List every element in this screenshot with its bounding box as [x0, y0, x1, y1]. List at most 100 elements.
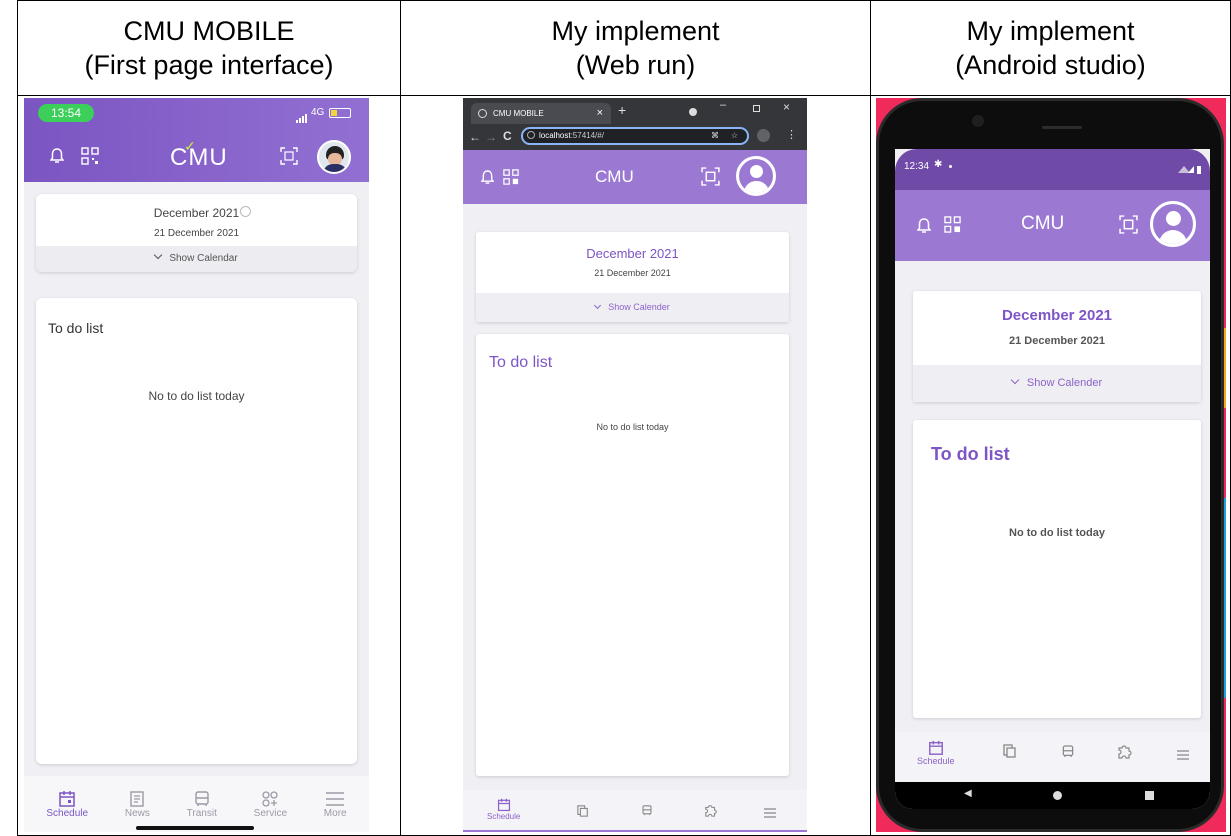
copy-icon [577, 805, 588, 817]
original-bottom-nav: Schedule News Transit Service More [24, 776, 369, 832]
todo-title: To do list [489, 354, 553, 371]
reload-icon[interactable]: C [503, 129, 512, 143]
browser-menu-icon[interactable]: ⋮ [786, 128, 797, 141]
show-calendar-button[interactable]: Show Calender [476, 293, 789, 322]
web-bottom-nav: Schedule [463, 790, 807, 832]
scan-icon[interactable] [701, 167, 720, 191]
show-calendar-button[interactable]: Show Calender [913, 365, 1201, 402]
network-label: 4G [311, 107, 325, 118]
nav-schedule[interactable]: Schedule [46, 790, 88, 819]
qr-code-icon[interactable] [81, 147, 99, 170]
copy-icon [1003, 744, 1016, 758]
menu-icon [326, 791, 345, 806]
header-original-title: CMU MOBILE [123, 16, 295, 46]
install-app-icon[interactable]: ⌘ [711, 129, 719, 143]
nav-more[interactable] [764, 805, 776, 823]
tab-search-icon[interactable] [689, 108, 697, 116]
nav-schedule[interactable]: Schedule [917, 740, 955, 766]
address-bar[interactable]: localhost:57414/#/ ⌘ ☆ [521, 127, 749, 145]
new-tab-icon[interactable]: + [618, 102, 626, 118]
tab-favicon-icon [478, 109, 487, 118]
calendar-icon [928, 740, 943, 755]
date-card: December 2021 21 December 2021 Show Cale… [476, 232, 789, 322]
phone-frame: 12:34 ✱ CMU December 2021 21 December 20… [876, 98, 1224, 832]
browser-profile-icon[interactable] [757, 129, 770, 142]
qr-code-icon[interactable] [503, 169, 519, 190]
logo-check-icon: ✓ [184, 138, 197, 154]
date-label: 21 December 2021 [153, 228, 240, 239]
scan-icon[interactable] [1119, 215, 1138, 239]
android-bottom-nav: Schedule [895, 732, 1210, 782]
nav-transit[interactable] [1061, 744, 1075, 764]
browser-tab[interactable]: CMU MOBILE × [471, 103, 611, 124]
nav-service[interactable] [1117, 743, 1133, 764]
window-close-icon[interactable]: × [783, 100, 790, 114]
nav-transit[interactable] [641, 804, 653, 822]
android-app-bar: CMU [895, 190, 1210, 261]
cmu-logo-text: CMU [170, 144, 228, 171]
puzzle-icon [1118, 745, 1132, 759]
phone-screen: 12:34 ✱ CMU December 2021 21 December 20… [895, 149, 1210, 809]
show-calendar-label: Show Calender [1026, 377, 1103, 389]
nav-news[interactable] [1003, 744, 1017, 763]
nav-transit[interactable]: Transit [187, 790, 217, 819]
nav-more[interactable]: More [324, 790, 347, 819]
nav-schedule[interactable]: Schedule [487, 798, 520, 821]
info-icon [240, 206, 251, 217]
nav-news[interactable] [577, 804, 589, 822]
signal-icon [296, 110, 308, 123]
nav-service[interactable]: Service [254, 790, 287, 819]
header-android-title: My implement [966, 16, 1135, 46]
url-path: :57414/#/ [570, 131, 604, 140]
back-arrow-icon[interactable]: ← [469, 130, 481, 144]
nav-more-label: More [323, 807, 347, 819]
system-back-icon[interactable]: ◀ [964, 780, 972, 807]
bookmark-star-icon[interactable]: ☆ [731, 129, 738, 143]
nav-more[interactable] [1176, 747, 1190, 765]
forward-arrow-icon[interactable]: → [485, 130, 497, 144]
profile-avatar[interactable] [1150, 201, 1196, 247]
tab-close-icon[interactable]: × [597, 103, 603, 124]
chevron-down-icon [1010, 375, 1020, 385]
android-emulator-screenshot: 12:34 ✱ CMU December 2021 21 December 20… [876, 98, 1226, 832]
scan-icon[interactable] [280, 147, 298, 170]
menu-icon [1177, 750, 1189, 760]
chevron-down-icon [594, 301, 602, 310]
android-status-bar: 12:34 ✱ [895, 149, 1210, 190]
qr-code-icon[interactable] [944, 216, 961, 238]
system-home-icon[interactable] [1053, 791, 1062, 800]
minimize-icon[interactable]: – [720, 99, 726, 111]
system-recents-icon[interactable] [1145, 791, 1154, 800]
home-indicator [136, 826, 254, 830]
wifi-signal-battery-icon [1178, 161, 1202, 174]
bell-icon[interactable] [480, 170, 495, 190]
header-web-title: My implement [551, 16, 720, 46]
settings-gear-icon: ✱ [934, 159, 943, 170]
status-time: 13:54 [38, 104, 94, 122]
app-title: CMU [595, 167, 634, 186]
original-app-screenshot: 13:54 4G CMU ✓ December 2021 21 December… [24, 98, 369, 832]
comparison-table: CMU MOBILE (First page interface) My imp… [0, 0, 1231, 836]
nav-news[interactable]: News [125, 790, 150, 819]
maximize-icon[interactable] [753, 105, 760, 112]
cmu-logo: CMU ✓ [170, 138, 228, 172]
chevron-down-icon [154, 250, 163, 260]
date-card: December 2021 21 December 2021 Show Cale… [36, 194, 357, 272]
todo-title: To do list [931, 444, 1010, 464]
date-label: 21 December 2021 [1008, 335, 1105, 347]
todo-card: To do list No to do list today [476, 334, 789, 776]
web-run-screenshot: CMU MOBILE × + – × ← → C localhost:57414… [463, 98, 807, 832]
show-calendar-label: Show Calender [608, 302, 670, 312]
bell-icon[interactable] [49, 148, 65, 169]
nav-service[interactable] [704, 803, 718, 822]
profile-avatar[interactable] [736, 156, 776, 196]
todo-card: To do list No to do list today [913, 420, 1201, 718]
news-icon [130, 790, 145, 807]
bus-icon [642, 805, 652, 816]
bell-icon[interactable] [916, 218, 932, 239]
header-web-subtitle: (Web run) [575, 50, 696, 80]
show-calendar-button[interactable]: Show Calendar [36, 246, 357, 272]
url-host: localhost [539, 131, 571, 140]
month-label: December 2021 [153, 206, 240, 220]
profile-avatar[interactable] [317, 140, 351, 174]
